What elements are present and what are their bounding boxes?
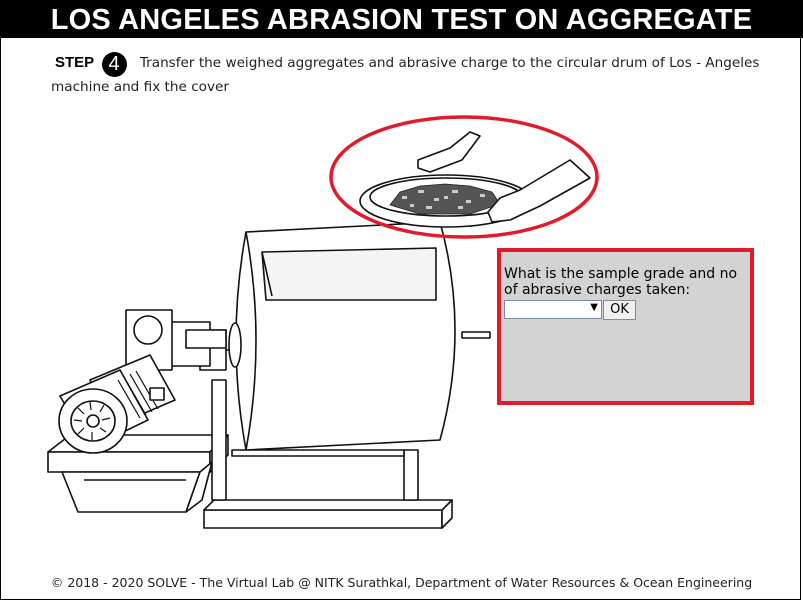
question-prompt: What is the sample grade and no of abras… — [504, 266, 738, 298]
page-title: LOS ANGELES ABRASION TEST ON AGGREGATE — [0, 0, 803, 38]
circular-drum — [228, 221, 491, 451]
chevron-down-icon[interactable]: ▼ — [590, 302, 598, 313]
step-instruction: STEP 4 Transfer the weighed aggregates a… — [51, 52, 796, 97]
ok-button[interactable]: OK — [603, 300, 636, 320]
question-panel: What is the sample grade and no of abras… — [497, 248, 754, 405]
sample-grade-select[interactable]: ▼ — [504, 300, 602, 319]
step-text: Transfer the weighed aggregates and abra… — [51, 55, 760, 95]
aggregate-pan-illustration — [359, 131, 591, 228]
step-number-badge: 4 — [101, 52, 127, 77]
step-label: STEP — [55, 54, 95, 71]
footer-copyright: © 2018 - 2020 SOLVE - The Virtual Lab @ … — [50, 575, 753, 590]
